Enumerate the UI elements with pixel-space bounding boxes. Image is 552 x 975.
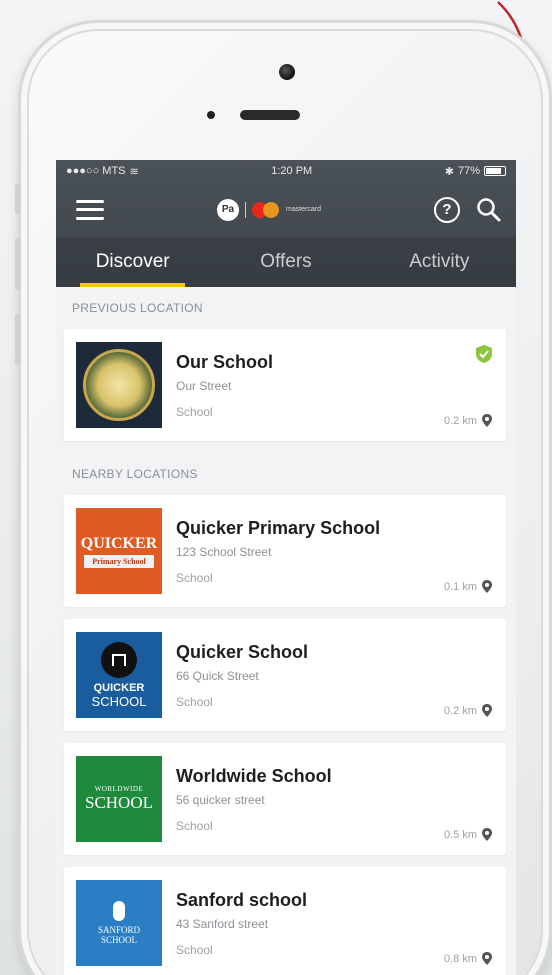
section-heading-previous: PREVIOUS LOCATION <box>72 301 203 315</box>
location-name: Our School <box>176 351 274 372</box>
microphone-icon <box>113 901 125 921</box>
menu-icon[interactable] <box>76 199 104 220</box>
location-address: 56 quicker street <box>176 792 265 807</box>
bluetooth-icon: ✱ <box>444 165 454 178</box>
brand-logos: Pa mastercard <box>216 198 321 221</box>
school-logo-image: WORLDWIDE SCHOOL <box>76 756 162 842</box>
location-address: 43 Sanford street <box>176 916 269 931</box>
location-type: School <box>176 570 213 585</box>
tab-discover[interactable]: Discover <box>56 237 209 287</box>
location-pin-icon <box>482 580 492 593</box>
toolbar: Pa mastercard ? <box>56 182 516 237</box>
school-crest-image <box>76 342 162 428</box>
mastercard-logo <box>251 201 280 218</box>
app-header: ●●●○○ MTS ≋ 1:20 PM ✱ 77% Pa mastercard <box>56 160 516 287</box>
front-camera <box>279 64 295 80</box>
logo-banner: Primary School <box>84 554 154 568</box>
logo-wordmark: SANFORD <box>97 925 140 935</box>
distance-label: 0.2 km <box>443 414 477 427</box>
wifi-icon: ≋ <box>129 165 139 178</box>
battery-percent: 77% <box>457 165 480 177</box>
location-type: School <box>176 694 213 709</box>
location-card-nearby[interactable]: SANFORD SCHOOL Sanford school 43 Sanford… <box>64 867 506 975</box>
brand-wordmark: mastercard <box>285 206 321 213</box>
distance-label: 0.5 km <box>443 828 477 841</box>
location-type: School <box>176 942 213 957</box>
volume-up-button <box>15 238 21 290</box>
logo-wordmark: QUICKER <box>93 681 145 694</box>
battery-icon <box>484 166 506 176</box>
marketing-stage: ●●●○○ MTS ≋ 1:20 PM ✱ 77% Pa mastercard <box>0 0 552 975</box>
proximity-sensor <box>207 111 215 119</box>
section-heading-nearby: NEARBY LOCATIONS <box>72 467 198 481</box>
book-icon <box>101 641 137 678</box>
tab-activity[interactable]: Activity <box>363 237 516 287</box>
location-name: Quicker Primary School <box>176 517 381 538</box>
location-card-nearby[interactable]: WORLDWIDE SCHOOL Worldwide School 56 qui… <box>64 743 506 855</box>
app-screen: ●●●○○ MTS ≋ 1:20 PM ✱ 77% Pa mastercard <box>56 160 516 975</box>
logo-subtext: SCHOOL <box>84 793 153 812</box>
school-logo-image: SANFORD SCHOOL <box>76 880 162 966</box>
location-name: Worldwide School <box>176 765 332 786</box>
logo-subtext: SCHOOL <box>100 935 137 945</box>
logo-subtext: SCHOOL <box>91 693 147 709</box>
location-type: School <box>176 818 213 833</box>
location-name: Quicker School <box>176 641 309 662</box>
location-card-previous[interactable]: Our School Our Street School 0.2 km <box>64 329 506 441</box>
tab-bar: Discover Offers Activity <box>56 237 516 287</box>
help-icon[interactable]: ? <box>433 196 460 223</box>
location-pin-icon <box>482 828 492 841</box>
school-logo-image: QUICKER Primary School <box>76 508 162 594</box>
logo-wordmark: WORLDWIDE <box>94 785 144 793</box>
partner-logo: Pa <box>216 198 239 221</box>
search-icon[interactable] <box>476 197 502 223</box>
location-pin-icon <box>482 414 492 427</box>
verified-shield-icon <box>476 345 492 363</box>
location-name: Sanford school <box>176 889 308 910</box>
location-address: 66 Quick Street <box>176 668 259 683</box>
clock: 1:20 PM <box>271 165 313 177</box>
location-type: School <box>176 404 213 419</box>
status-bar: ●●●○○ MTS ≋ 1:20 PM ✱ 77% <box>56 160 516 182</box>
mute-switch <box>15 183 21 215</box>
school-logo-image: QUICKER SCHOOL <box>76 632 162 718</box>
distance-label: 0.8 km <box>443 952 477 965</box>
volume-down-button <box>15 313 21 365</box>
location-address: 123 School Street <box>176 544 272 559</box>
distance-label: 0.1 km <box>443 580 477 593</box>
tab-offers[interactable]: Offers <box>209 237 362 287</box>
location-address: Our Street <box>176 378 232 393</box>
location-pin-icon <box>482 704 492 717</box>
earpiece-speaker <box>240 110 300 120</box>
distance-label: 0.2 km <box>443 704 477 717</box>
carrier-label: ●●●○○ MTS <box>66 165 126 177</box>
location-card-nearby[interactable]: QUICKER SCHOOL Quicker School 66 Quick S… <box>64 619 506 731</box>
location-card-nearby[interactable]: QUICKER Primary School Quicker Primary S… <box>64 495 506 607</box>
logo-wordmark: QUICKER <box>80 534 158 552</box>
location-pin-icon <box>482 952 492 965</box>
